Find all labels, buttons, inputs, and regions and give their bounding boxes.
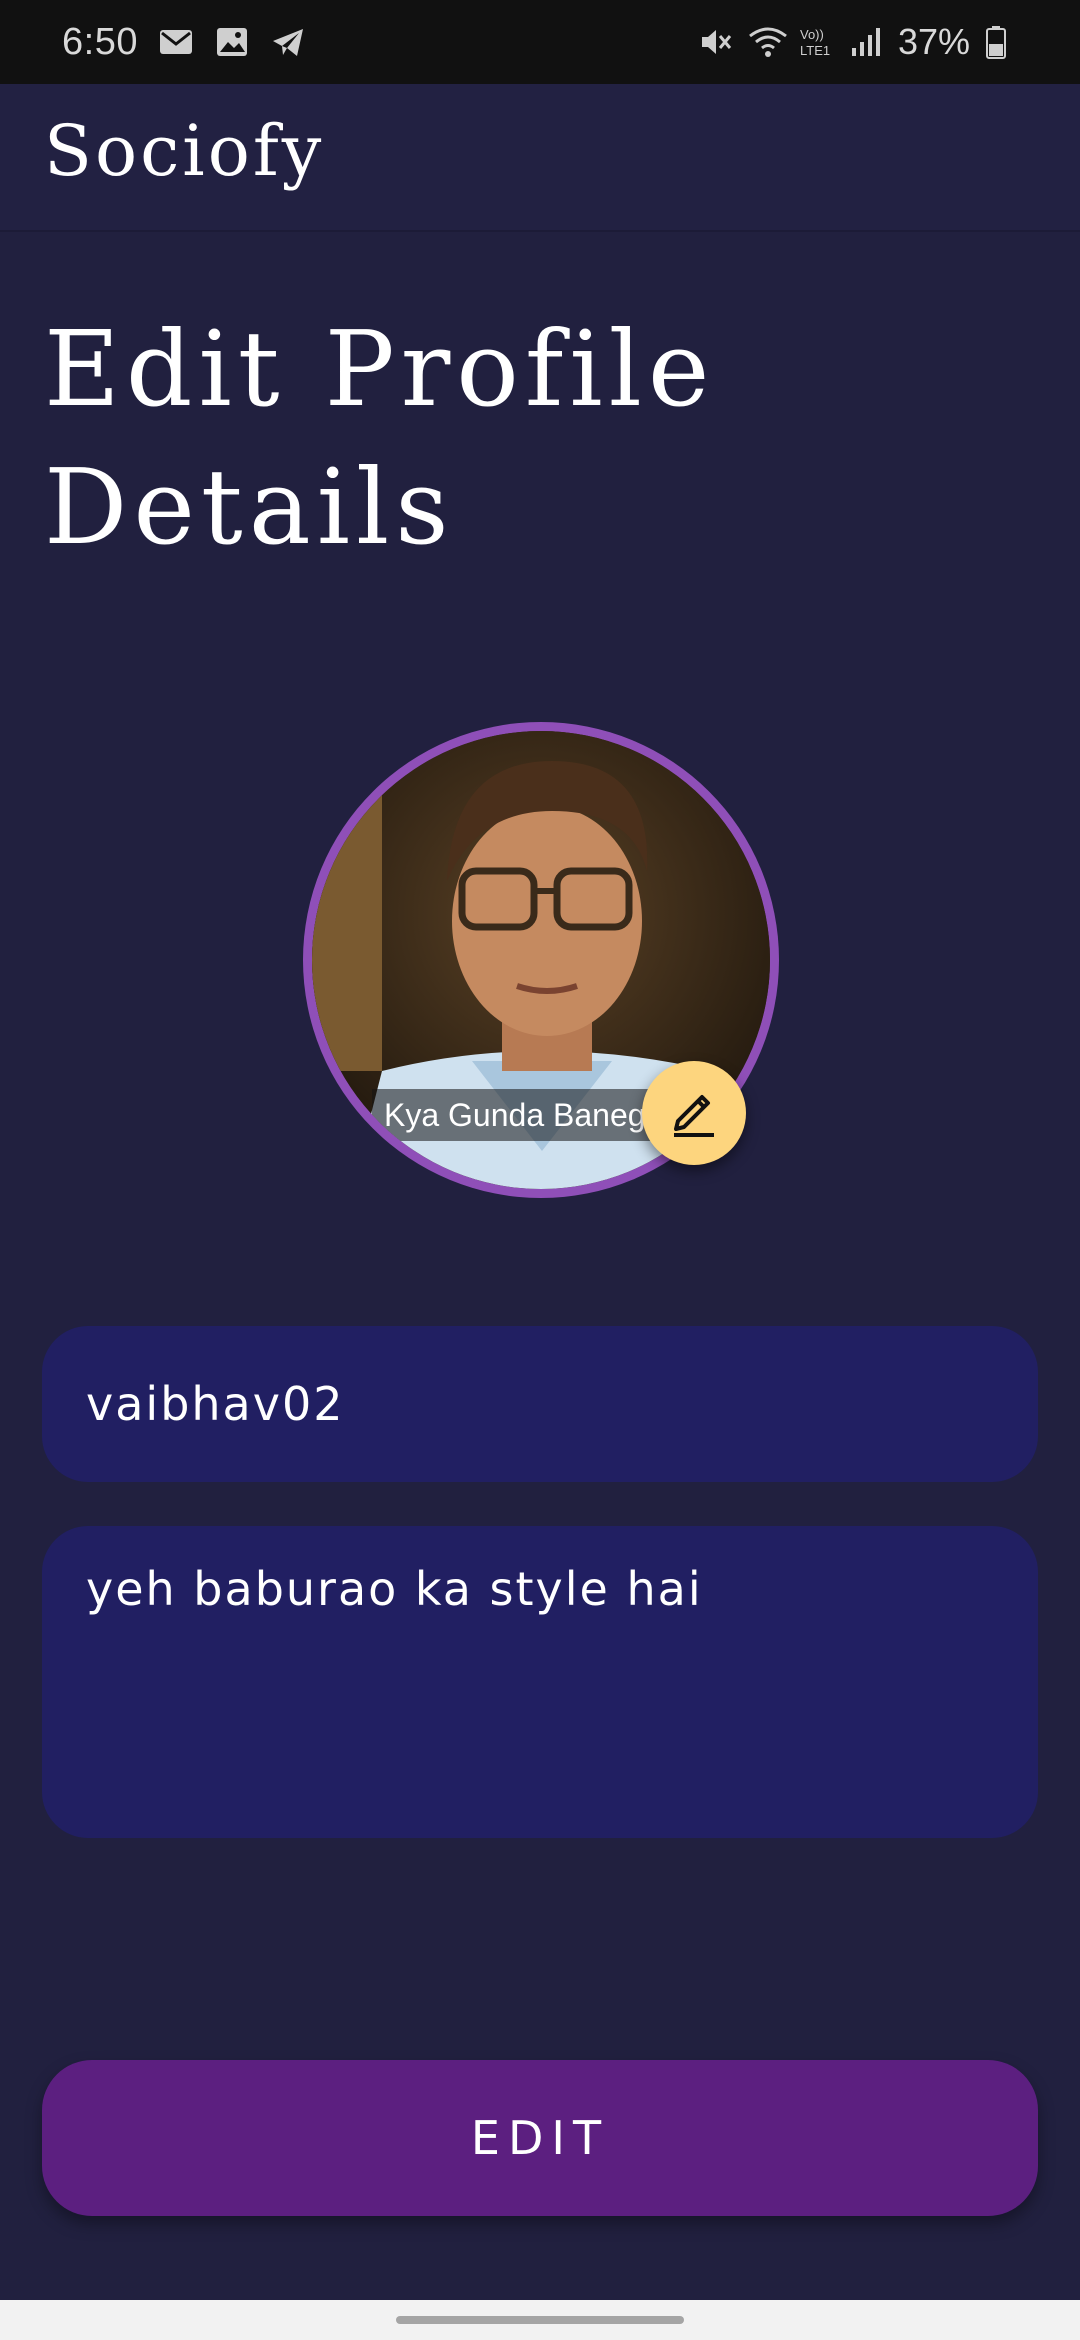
app-bar: Sociofy xyxy=(0,84,1080,232)
signal-icon xyxy=(848,24,884,60)
gmail-icon xyxy=(158,24,194,60)
edit-button[interactable]: EDIT xyxy=(42,2060,1038,2216)
volte-icon: Vo)) LTE1 xyxy=(798,24,834,60)
bio-field[interactable]: yeh baburao ka style hai xyxy=(42,1526,1038,1838)
status-left: 6:50 xyxy=(62,21,306,64)
svg-text:Vo)): Vo)) xyxy=(800,27,824,42)
mute-icon xyxy=(698,24,734,60)
username-field[interactable]: vaibhav02 xyxy=(42,1326,1038,1482)
wifi-icon xyxy=(748,24,787,60)
profile-avatar[interactable]: Kya Gunda Banega xyxy=(303,722,779,1198)
gallery-icon xyxy=(214,24,250,60)
svg-text:LTE1: LTE1 xyxy=(800,43,830,58)
battery-icon xyxy=(984,24,1020,60)
edit-photo-button[interactable] xyxy=(642,1061,746,1165)
app-title: Sociofy xyxy=(44,110,325,192)
pencil-icon xyxy=(666,1083,722,1143)
navigation-bar xyxy=(0,2300,1080,2340)
status-right: Vo)) LTE1 37% xyxy=(698,21,1020,63)
status-time: 6:50 xyxy=(62,20,138,63)
page-title: Edit Profile Details xyxy=(44,308,716,568)
status-bar: 6:50 Vo)) LTE1 37% xyxy=(0,0,1080,84)
edit-profile-screen: 6:50 Vo)) LTE1 37% Sociofy Edit Profile … xyxy=(0,0,1080,2340)
telegram-icon xyxy=(270,24,306,60)
battery-percent: 37% xyxy=(897,21,970,62)
home-indicator[interactable] xyxy=(396,2316,684,2324)
